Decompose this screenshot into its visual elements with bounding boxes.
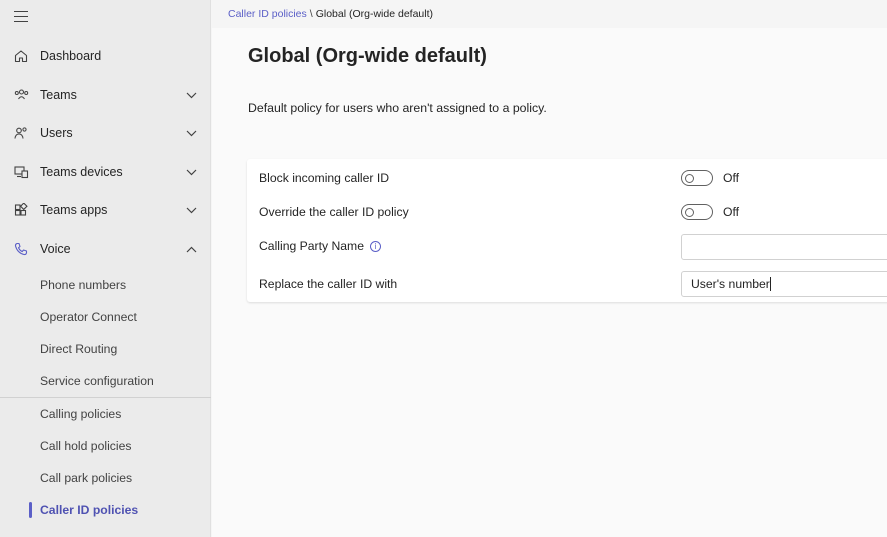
sidebar-item-label: Caller ID policies <box>40 503 139 517</box>
setting-row-block-caller-id: Block incoming caller ID Off <box>247 161 887 195</box>
sidebar-item-label: Direct Routing <box>40 342 118 356</box>
sidebar: Dashboard Teams Users Teams devices Team… <box>0 0 211 537</box>
sidebar-item-caller-id-policies[interactable]: Caller ID policies <box>0 495 211 525</box>
sidebar-item-phone-numbers[interactable]: Phone numbers <box>0 270 211 300</box>
sidebar-item-call-hold-policies[interactable]: Call hold policies <box>0 431 211 461</box>
nav-item-teams[interactable]: Teams <box>0 77 211 113</box>
devices-icon <box>13 164 29 180</box>
nav-label-teams-devices: Teams devices <box>40 165 123 179</box>
chevron-down-icon[interactable] <box>185 204 197 216</box>
sidebar-item-label: Calling policies <box>40 407 122 421</box>
sidebar-item-calling-policies[interactable]: Calling policies <box>0 399 211 429</box>
nav-item-dashboard[interactable]: Dashboard <box>0 38 211 74</box>
override-policy-state: Off <box>723 205 740 219</box>
breadcrumb-current: Global (Org-wide default) <box>315 8 434 20</box>
override-policy-label: Override the caller ID policy <box>259 205 409 219</box>
setting-row-override-policy: Override the caller ID policy Off <box>247 195 887 229</box>
sidebar-item-label: Call park policies <box>40 471 133 485</box>
nav-item-teams-apps[interactable]: Teams apps <box>0 192 211 228</box>
toggle-knob <box>685 173 694 183</box>
setting-row-calling-party-name: Calling Party Name i <box>247 229 887 263</box>
toggle-knob <box>685 207 694 217</box>
sidebar-divider <box>0 397 211 398</box>
chevron-down-icon[interactable] <box>185 89 197 101</box>
block-caller-id-state: Off <box>723 171 740 185</box>
replace-caller-id-select[interactable]: User's number <box>681 271 887 297</box>
sidebar-item-service-configuration[interactable]: Service configuration <box>0 366 211 396</box>
active-indicator <box>29 502 32 518</box>
page-description: Default policy for users who aren't assi… <box>248 101 547 115</box>
sidebar-item-call-park-policies[interactable]: Call park policies <box>0 463 211 493</box>
nav-item-teams-devices[interactable]: Teams devices <box>0 154 211 190</box>
nav-label-dashboard: Dashboard <box>40 49 102 63</box>
info-icon[interactable]: i <box>370 240 381 252</box>
sidebar-item-direct-routing[interactable]: Direct Routing <box>0 334 211 364</box>
phone-icon <box>13 241 29 257</box>
block-caller-id-label: Block incoming caller ID <box>259 171 390 185</box>
replace-caller-id-value: User's number <box>691 277 770 291</box>
nav-item-users[interactable]: Users <box>0 115 211 151</box>
page-title: Global (Org-wide default) <box>248 45 487 67</box>
chevron-down-icon[interactable] <box>185 127 197 139</box>
nav-label-teams: Teams <box>40 88 77 102</box>
home-icon <box>13 48 29 64</box>
breadcrumb: Caller ID policies \ Global (Org-wide de… <box>212 0 887 28</box>
replace-caller-id-label: Replace the caller ID with <box>259 277 398 291</box>
nav-label-users: Users <box>40 126 73 140</box>
nav-label-teams-apps: Teams apps <box>40 203 108 217</box>
override-policy-toggle[interactable] <box>681 204 713 220</box>
users-icon <box>13 125 29 141</box>
text-cursor <box>769 277 771 291</box>
main-content: Global (Org-wide default) Default policy… <box>212 28 887 537</box>
chevron-up-icon[interactable] <box>185 243 197 255</box>
apps-icon <box>13 202 29 218</box>
breadcrumb-separator: \ <box>309 8 313 20</box>
block-caller-id-toggle[interactable] <box>681 170 713 186</box>
nav-item-voice[interactable]: Voice <box>0 231 211 267</box>
hamburger-menu-icon[interactable] <box>14 11 28 23</box>
settings-card: Block incoming caller ID Off Override th… <box>247 159 887 302</box>
calling-party-name-input[interactable] <box>681 234 887 260</box>
nav-label-voice: Voice <box>40 242 71 256</box>
sidebar-item-label: Call hold policies <box>40 439 132 453</box>
sidebar-item-label: Service configuration <box>40 374 154 388</box>
sidebar-item-label: Operator Connect <box>40 310 137 324</box>
sidebar-item-label: Phone numbers <box>40 278 127 292</box>
breadcrumb-link-caller-id-policies[interactable]: Caller ID policies <box>228 8 307 20</box>
sidebar-item-operator-connect[interactable]: Operator Connect <box>0 302 211 332</box>
calling-party-name-text: Calling Party Name <box>259 239 364 253</box>
setting-row-replace-caller-id: Replace the caller ID with User's number <box>247 267 887 301</box>
chevron-down-icon[interactable] <box>185 166 197 178</box>
teams-icon <box>13 87 29 103</box>
calling-party-name-label: Calling Party Name i <box>259 239 381 253</box>
